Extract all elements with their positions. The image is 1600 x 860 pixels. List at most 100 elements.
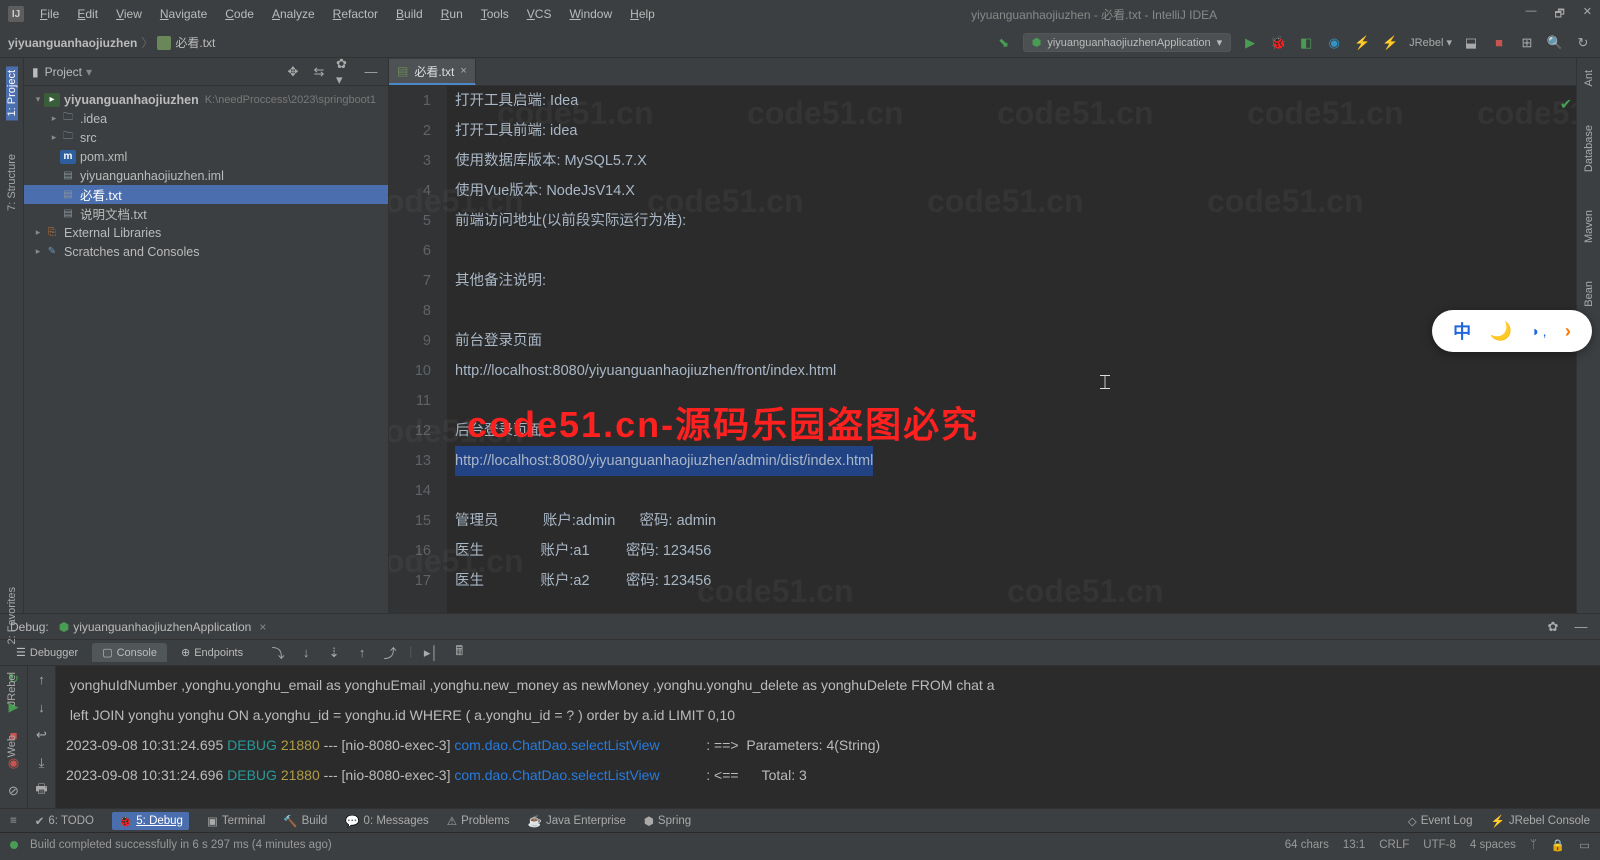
locate-icon[interactable]: ✥	[284, 63, 302, 81]
problems-tab[interactable]: ⚠ Problems	[447, 814, 510, 828]
scroll-end-icon[interactable]: ⤓	[33, 754, 51, 772]
breadcrumb-file[interactable]: 必看.txt	[175, 34, 215, 51]
structure-tool-tab[interactable]: 7: Structure	[6, 150, 18, 215]
update-icon[interactable]: ↻	[1574, 34, 1592, 52]
soft-wrap-icon[interactable]: ↩	[33, 726, 51, 744]
menu-help[interactable]: Help	[622, 3, 663, 25]
tool-tab-expand[interactable]: ≡	[10, 815, 17, 827]
tree-item[interactable]: ▸🗀src	[24, 128, 388, 147]
run-button[interactable]: ▶	[1241, 34, 1259, 52]
tree-item[interactable]: ▸🗀.idea	[24, 109, 388, 128]
profile-button[interactable]: ◉	[1325, 34, 1343, 52]
web-tool-tab[interactable]: Web	[6, 731, 18, 761]
spring-tab[interactable]: ⬢ Spring	[644, 814, 691, 828]
ime-lang-icon[interactable]: 中	[1453, 318, 1471, 344]
evaluate-icon[interactable]: 🖩	[450, 644, 468, 662]
tree-item[interactable]: ▾▸yiyuanguanhaojiuzhenK:\needProccess\20…	[24, 90, 388, 109]
branch-icon[interactable]: ᛘ	[1530, 839, 1537, 851]
run-config-selector[interactable]: ⬢ yiyuanguanhaojiuzhenApplication ▾	[1023, 33, 1231, 52]
event-log-tab[interactable]: ◇ Event Log	[1408, 814, 1473, 828]
favorites-tool-tab[interactable]: 2: Favorites	[6, 583, 18, 648]
maven-tool-tab[interactable]: Maven	[1583, 206, 1595, 247]
settings-icon[interactable]: ✿ ▾	[336, 63, 354, 81]
layout-icon[interactable]: ⊞	[1518, 34, 1536, 52]
tree-item[interactable]: ▤说明文档.txt	[24, 204, 388, 223]
debug-app-name[interactable]: ⬢ yiyuanguanhaojiuzhenApplication ×	[59, 620, 267, 634]
status-encoding[interactable]: UTF-8	[1423, 839, 1456, 851]
project-tool-tab[interactable]: 1: Project	[6, 66, 18, 120]
up-icon[interactable]: ↑	[33, 670, 51, 688]
menu-view[interactable]: View	[108, 3, 150, 25]
ime-widget[interactable]: 中 🌙 ◑ , ›	[1432, 310, 1592, 352]
menu-vcs[interactable]: VCS	[519, 3, 560, 25]
database-tool-tab[interactable]: Database	[1583, 121, 1595, 176]
ime-moon-icon[interactable]: 🌙	[1489, 321, 1511, 342]
menu-navigate[interactable]: Navigate	[152, 3, 215, 25]
close-tab-icon[interactable]: ×	[460, 65, 466, 77]
gear-icon[interactable]: ✿	[1544, 618, 1562, 636]
editor-tab[interactable]: ▤ 必看.txt ×	[389, 59, 476, 85]
expand-icon[interactable]: ⇆	[310, 63, 328, 81]
run-to-cursor-icon[interactable]: ▸│	[422, 644, 440, 662]
bean-tool-tab[interactable]: Bean	[1583, 277, 1595, 311]
menu-run[interactable]: Run	[433, 3, 471, 25]
jrebel-debug-icon[interactable]: ⚡	[1381, 34, 1399, 52]
hammer-icon[interactable]: ⬊	[995, 34, 1013, 52]
build-tab[interactable]: 🔨 Build	[283, 814, 327, 828]
breadcrumb-root[interactable]: yiyuanguanhaojiuzhen	[8, 36, 137, 50]
tree-item[interactable]: ▸✎Scratches and Consoles	[24, 242, 388, 261]
editor-body[interactable]: 1234567891011121314151617 打开工具启端: Idea打开…	[389, 86, 1576, 613]
tree-item[interactable]: ▤yiyuanguanhaojiuzhen.iml	[24, 166, 388, 185]
menu-file[interactable]: File	[32, 3, 67, 25]
menu-build[interactable]: Build	[388, 3, 431, 25]
endpoints-tab[interactable]: ⊕Endpoints	[171, 643, 253, 662]
status-caret-pos[interactable]: 13:1	[1343, 839, 1365, 851]
status-line-sep[interactable]: CRLF	[1379, 839, 1409, 851]
menu-tools[interactable]: Tools	[473, 3, 517, 25]
force-step-icon[interactable]: ⇣	[325, 644, 343, 662]
inspection-ok-icon[interactable]: ✔	[1560, 90, 1572, 120]
tree-item[interactable]: mpom.xml	[24, 147, 388, 166]
messages-tab[interactable]: 💬 0: Messages	[345, 814, 429, 828]
menu-analyze[interactable]: Analyze	[264, 3, 323, 25]
minimize-panel-icon[interactable]: —	[1572, 618, 1590, 636]
drop-frame-icon[interactable]: ⤴	[381, 644, 399, 662]
step-over-icon[interactable]: ⤵	[269, 644, 287, 662]
mute-bp-icon[interactable]: ⊘	[5, 782, 23, 800]
code-content[interactable]: 打开工具启端: Idea打开工具前端: idea使用数据库版本: MySQL5.…	[447, 86, 1576, 613]
java-ee-tab[interactable]: ☕ Java Enterprise	[528, 814, 626, 828]
ime-expand-icon[interactable]: ›	[1565, 321, 1571, 342]
coverage-button[interactable]: ◧	[1297, 34, 1315, 52]
stop-button[interactable]: ■	[1490, 34, 1508, 52]
maximize-button[interactable]: 🗗	[1554, 5, 1564, 24]
menu-code[interactable]: Code	[217, 3, 262, 25]
attach-icon[interactable]: ⬓	[1462, 34, 1480, 52]
terminal-tab[interactable]: ▣ Terminal	[207, 814, 265, 828]
jrebel-console-tab[interactable]: ⚡ JRebel Console	[1490, 814, 1590, 828]
step-out-icon[interactable]: ↑	[353, 644, 371, 662]
menu-edit[interactable]: Edit	[69, 3, 106, 25]
debug-button[interactable]: 🐞	[1269, 34, 1287, 52]
debug-tab-bottom[interactable]: 🐞 5: Debug	[112, 812, 189, 830]
todo-tab[interactable]: ✔ 6: TODO	[35, 814, 94, 828]
lock-icon[interactable]: 🔒	[1551, 838, 1565, 852]
ime-punct-icon[interactable]: ◑ ,	[1530, 323, 1546, 339]
menu-refactor[interactable]: Refactor	[325, 3, 386, 25]
jrebel-tool-tab[interactable]: JRebel	[6, 668, 18, 710]
console-output[interactable]: yonghuIdNumber ,yonghu.yonghu_email as y…	[56, 666, 1600, 808]
status-indent[interactable]: 4 spaces	[1470, 839, 1516, 851]
jrebel-run-icon[interactable]: ⚡	[1353, 34, 1371, 52]
minimize-button[interactable]: —	[1525, 5, 1536, 24]
hide-icon[interactable]: —	[362, 63, 380, 81]
tree-item[interactable]: ▤必看.txt	[24, 185, 388, 204]
down-icon[interactable]: ↓	[33, 698, 51, 716]
search-everywhere-icon[interactable]: 🔍	[1546, 34, 1564, 52]
print-icon[interactable]: 🖶	[33, 782, 51, 800]
project-tree[interactable]: ▾▸yiyuanguanhaojiuzhenK:\needProccess\20…	[24, 86, 388, 613]
project-panel-title[interactable]: Project ▾	[45, 65, 278, 79]
close-icon[interactable]: ×	[259, 620, 266, 634]
ant-tool-tab[interactable]: Ant	[1583, 66, 1595, 91]
step-into-icon[interactable]: ↓	[297, 644, 315, 662]
console-tab[interactable]: ▢Console	[92, 643, 167, 662]
jrebel-label[interactable]: JRebel ▾	[1409, 34, 1452, 52]
